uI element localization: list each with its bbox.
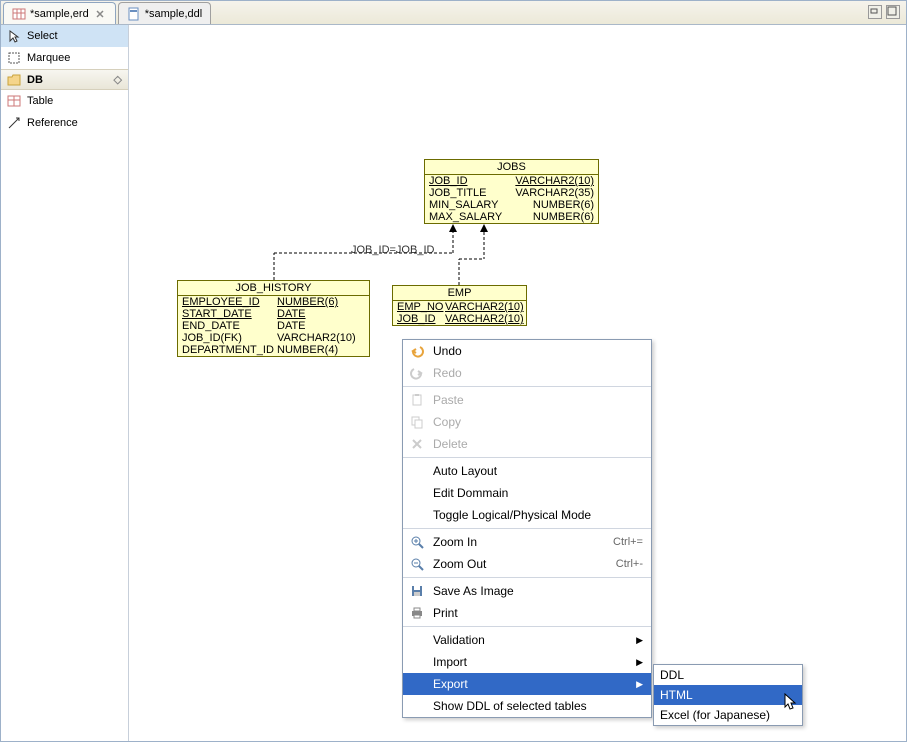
menu-separator bbox=[403, 528, 651, 529]
menu-auto-layout[interactable]: Auto Layout bbox=[403, 460, 651, 482]
palette-tool-select[interactable]: Select bbox=[1, 25, 128, 47]
cursor-icon bbox=[7, 29, 21, 43]
entity-job-history[interactable]: JOB_HISTORY EMPLOYEE_IDNUMBER(6) START_D… bbox=[177, 280, 370, 357]
menu-separator bbox=[403, 386, 651, 387]
reference-icon bbox=[7, 116, 21, 130]
menu-show-ddl[interactable]: Show DDL of selected tables bbox=[403, 695, 651, 717]
palette-label: Reference bbox=[27, 117, 78, 129]
save-icon bbox=[409, 583, 425, 599]
entity-title: EMP bbox=[393, 286, 526, 301]
menu-zoom-in[interactable]: Zoom In Ctrl+= bbox=[403, 531, 651, 553]
menu-import[interactable]: Import ▶ bbox=[403, 651, 651, 673]
menu-export[interactable]: Export ▶ bbox=[403, 673, 651, 695]
minimize-button[interactable] bbox=[868, 5, 882, 19]
menu-delete: Delete bbox=[403, 433, 651, 455]
maximize-button[interactable] bbox=[886, 5, 900, 19]
zoom-in-icon bbox=[409, 534, 425, 550]
redo-icon bbox=[409, 365, 425, 381]
palette-group-db[interactable]: DB ◇ bbox=[1, 69, 128, 90]
menu-save-image[interactable]: Save As Image bbox=[403, 580, 651, 602]
folder-icon bbox=[7, 74, 21, 86]
tab-bar: *sample,erd *sample,ddl bbox=[1, 1, 906, 25]
close-icon[interactable] bbox=[93, 9, 107, 19]
submenu-arrow-icon: ▶ bbox=[636, 635, 643, 646]
erd-file-icon bbox=[12, 7, 26, 21]
palette-label: Select bbox=[27, 30, 58, 42]
export-submenu: DDL HTML Excel (for Japanese) bbox=[653, 664, 803, 726]
menu-validation[interactable]: Validation ▶ bbox=[403, 629, 651, 651]
menu-zoom-out[interactable]: Zoom Out Ctrl+- bbox=[403, 553, 651, 575]
submenu-excel[interactable]: Excel (for Japanese) bbox=[654, 705, 802, 725]
palette-label: Table bbox=[27, 95, 53, 107]
submenu-arrow-icon: ▶ bbox=[636, 679, 643, 690]
submenu-ddl[interactable]: DDL bbox=[654, 665, 802, 685]
app-window: *sample,erd *sample,ddl Select bbox=[0, 0, 907, 742]
menu-separator bbox=[403, 577, 651, 578]
relationship-label: JOB_ID=JOB_ID bbox=[351, 244, 434, 256]
tab-sample-erd[interactable]: *sample,erd bbox=[3, 2, 116, 24]
menu-undo[interactable]: Undo bbox=[403, 340, 651, 362]
palette-db-table[interactable]: Table bbox=[1, 90, 128, 112]
entity-title: JOBS bbox=[425, 160, 598, 175]
submenu-arrow-icon: ▶ bbox=[636, 657, 643, 668]
menu-redo: Redo bbox=[403, 362, 651, 384]
palette-tool-marquee[interactable]: Marquee bbox=[1, 47, 128, 69]
delete-icon bbox=[409, 436, 425, 452]
print-icon bbox=[409, 605, 425, 621]
entity-emp[interactable]: EMP EMP_NOVARCHAR2(10) JOB_IDVARCHAR2(10… bbox=[392, 285, 527, 326]
menu-edit-domain[interactable]: Edit Dommain bbox=[403, 482, 651, 504]
mouse-cursor-icon bbox=[784, 693, 798, 711]
diagram-canvas[interactable]: JOBS JOB_IDVARCHAR2(10) JOB_TITLEVARCHAR… bbox=[129, 25, 906, 741]
tab-label: *sample,erd bbox=[30, 8, 89, 20]
menu-separator bbox=[403, 626, 651, 627]
tab-sample-ddl[interactable]: *sample,ddl bbox=[118, 2, 211, 24]
menu-paste: Paste bbox=[403, 389, 651, 411]
zoom-out-icon bbox=[409, 556, 425, 572]
ddl-file-icon bbox=[127, 7, 141, 21]
window-controls bbox=[868, 5, 900, 19]
chevron-icon: ◇ bbox=[114, 73, 122, 86]
context-menu: Undo Redo Paste Copy Delete bbox=[402, 339, 652, 718]
marquee-icon bbox=[7, 51, 21, 65]
entity-title: JOB_HISTORY bbox=[178, 281, 369, 296]
paste-icon bbox=[409, 392, 425, 408]
menu-copy: Copy bbox=[403, 411, 651, 433]
menu-separator bbox=[403, 457, 651, 458]
entity-jobs[interactable]: JOBS JOB_IDVARCHAR2(10) JOB_TITLEVARCHAR… bbox=[424, 159, 599, 224]
palette-label: Marquee bbox=[27, 52, 70, 64]
table-icon bbox=[7, 94, 21, 108]
menu-toggle-mode[interactable]: Toggle Logical/Physical Mode bbox=[403, 504, 651, 526]
submenu-html[interactable]: HTML bbox=[654, 685, 802, 705]
undo-icon bbox=[409, 343, 425, 359]
palette-db-reference[interactable]: Reference bbox=[1, 112, 128, 134]
tab-label: *sample,ddl bbox=[145, 8, 202, 20]
palette-group-label: DB bbox=[27, 74, 43, 86]
copy-icon bbox=[409, 414, 425, 430]
palette-sidebar: Select Marquee DB ◇ Table bbox=[1, 25, 129, 741]
menu-print[interactable]: Print bbox=[403, 602, 651, 624]
